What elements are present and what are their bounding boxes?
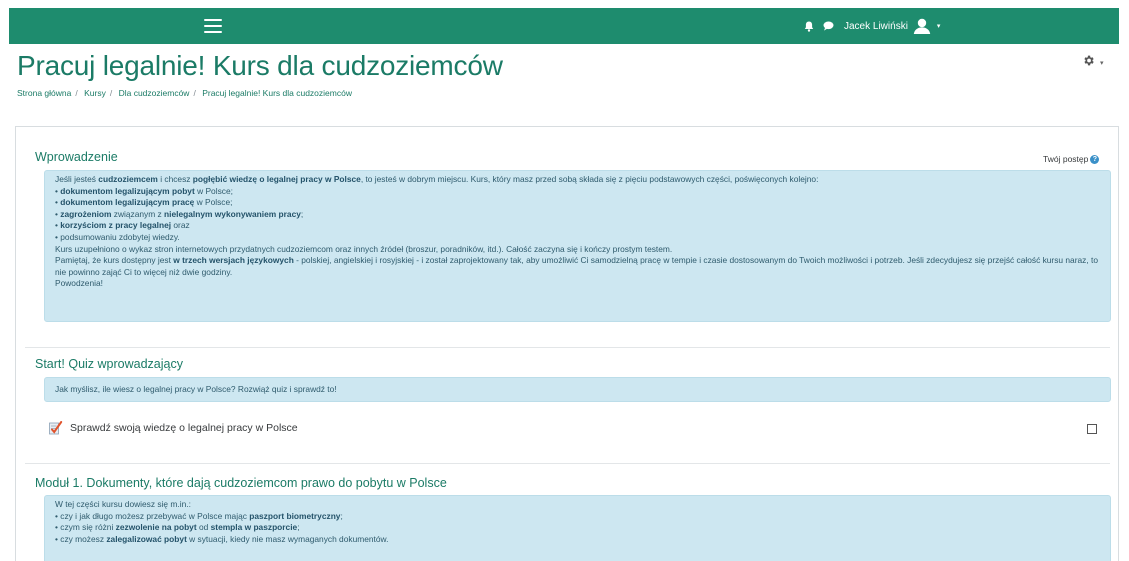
breadcrumb-home[interactable]: Strona główna — [17, 88, 71, 98]
settings-menu[interactable]: ▾ — [1082, 54, 1104, 72]
module-1-list: czy i jak długo możesz przebywać w Polsc… — [55, 511, 1100, 546]
top-navbar: Jacek Liwiński ▾ — [9, 8, 1119, 44]
list-item: czym się różni zezwolenie na pobyt od st… — [55, 522, 1100, 534]
bell-icon[interactable] — [802, 19, 816, 33]
list-item: czy możesz zalegalizować pobyt w sytuacj… — [55, 534, 1100, 546]
user-nav: Jacek Liwiński ▾ — [802, 8, 940, 44]
hamburger-icon[interactable] — [204, 19, 222, 33]
module-1-intro: W tej części kursu dowiesz się m.in.: — [55, 499, 191, 509]
intro-paragraph-1: Jeśli jesteś cudzoziemcem i chcesz pogłę… — [55, 174, 819, 184]
user-name[interactable]: Jacek Liwiński — [844, 21, 908, 32]
settings-caret-icon: ▾ — [1100, 60, 1104, 67]
intro-paragraph-3: Pamiętaj, że kurs dostępny jest w trzech… — [55, 255, 1098, 277]
section-divider — [25, 463, 1110, 464]
quiz-summary: Jak myślisz, ile wiesz o legalnej pracy … — [44, 377, 1111, 402]
gear-icon[interactable] — [1082, 54, 1095, 72]
intro-paragraph-2: Kurs uzupełniono o wykaz stron interneto… — [55, 243, 673, 254]
intro-summary: Jeśli jesteś cudzoziemcem i chcesz pogłę… — [44, 170, 1111, 322]
intro-paragraph-4: Powodzenia! — [55, 278, 103, 289]
quiz-activity[interactable]: Sprawdź swoją wiedzę o legalnej pracy w … — [48, 420, 298, 435]
chat-bubble-icon[interactable] — [821, 19, 835, 33]
section-title-intro[interactable]: Wprowadzenie — [35, 150, 118, 164]
user-menu-caret-icon[interactable]: ▾ — [937, 22, 941, 30]
breadcrumb-current[interactable]: Pracuj legalnie! Kurs dla cudzoziemców — [202, 88, 352, 98]
help-icon[interactable]: ? — [1090, 154, 1100, 164]
list-item: podsumowaniu zdobytej wiedzy. — [55, 232, 1100, 244]
quiz-icon — [48, 420, 63, 435]
section-title-module-1[interactable]: Moduł 1. Dokumenty, które dają cudzoziem… — [35, 476, 447, 490]
breadcrumb: Strona główna / Kursy / Dla cudzoziemców / … — [17, 88, 352, 98]
breadcrumb-category[interactable]: Dla cudzoziemców — [119, 88, 190, 98]
list-item: zagrożeniom związanym z nielegalnym wyko… — [55, 209, 1100, 221]
list-item: czy i jak długo możesz przebywać w Polsc… — [55, 511, 1100, 523]
list-item: dokumentom legalizującym pobyt w Polsce; — [55, 186, 1100, 198]
list-item: korzyściom z pracy legalnej oraz — [55, 220, 1100, 232]
breadcrumb-courses[interactable]: Kursy — [84, 88, 106, 98]
intro-list: dokumentom legalizującym pobyt w Polsce;… — [55, 186, 1100, 244]
quiz-activity-link[interactable]: Sprawdź swoją wiedzę o legalnej pracy w … — [70, 422, 298, 434]
page-title: Pracuj legalnie! Kurs dla cudzoziemców — [17, 50, 503, 81]
completion-checkbox[interactable] — [1087, 424, 1097, 434]
section-divider — [25, 347, 1110, 348]
section-title-quiz[interactable]: Start! Quiz wprowadzający — [35, 357, 183, 371]
progress-label: Twój postęp ? — [1043, 154, 1100, 164]
list-item: dokumentom legalizującym pracę w Polsce; — [55, 197, 1100, 209]
module-1-summary: W tej części kursu dowiesz się m.in.: cz… — [44, 495, 1111, 561]
user-avatar-icon[interactable] — [913, 17, 931, 35]
